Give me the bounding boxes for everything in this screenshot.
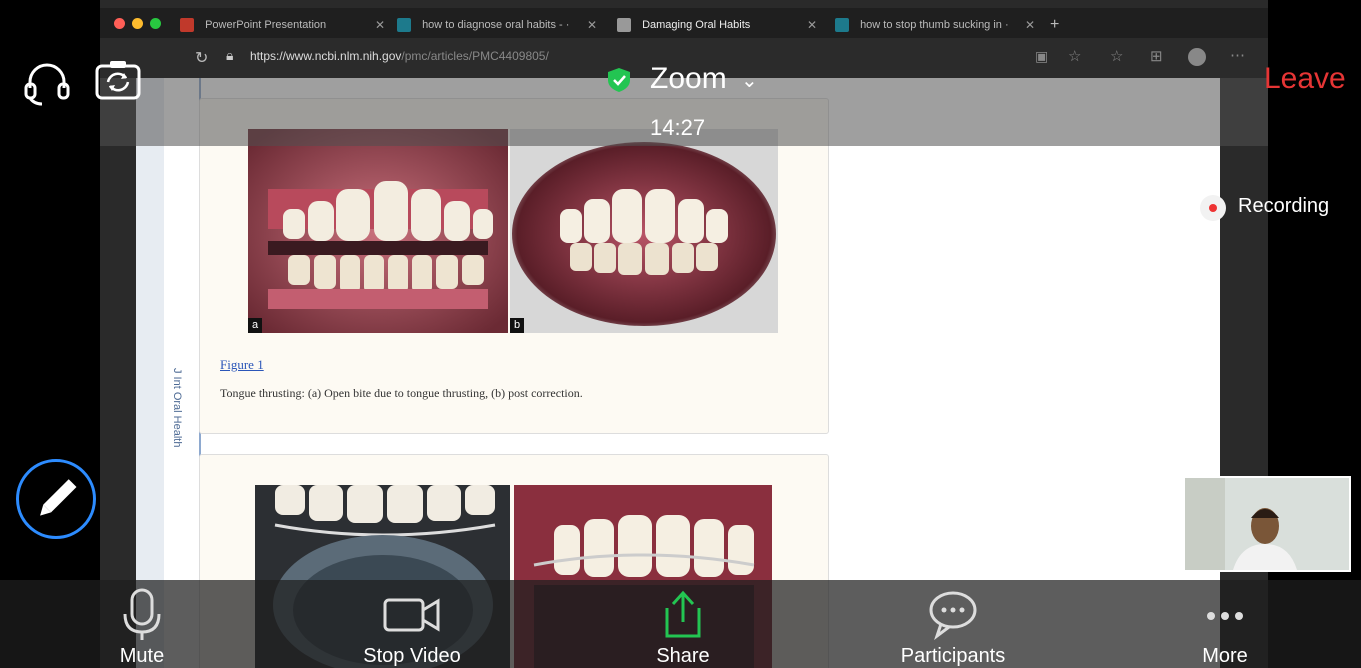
favorites-icon[interactable]: ☆: [1110, 47, 1123, 65]
annotate-button[interactable]: [16, 459, 96, 539]
self-view-video[interactable]: [1183, 476, 1351, 572]
figure-image-b[interactable]: b: [510, 129, 778, 333]
teeth-photo: [248, 129, 508, 333]
figure-link[interactable]: Figure 1: [220, 357, 264, 373]
favorite-icon[interactable]: ☆: [1068, 47, 1081, 65]
profile-icon[interactable]: [1188, 48, 1206, 66]
record-dot-icon: [1200, 195, 1226, 221]
close-tab-icon[interactable]: ✕: [1025, 12, 1035, 38]
mute-button[interactable]: Mute: [110, 588, 174, 668]
chat-bubble-icon: [929, 591, 977, 641]
figure-caption: Tongue thrusting: (a) Open bite due to t…: [220, 386, 583, 400]
chevron-down-icon[interactable]: ⌄: [741, 70, 758, 92]
document-icon: [617, 18, 631, 33]
close-tab-icon[interactable]: ✕: [807, 12, 817, 38]
meeting-title[interactable]: Zoom ⌄: [650, 62, 758, 96]
headset-icon[interactable]: [22, 62, 72, 106]
browser-tab-active[interactable]: Damaging Oral Habits ✕: [617, 12, 817, 38]
share-button[interactable]: Share: [646, 588, 720, 668]
reader-icon[interactable]: ▣: [1035, 48, 1048, 65]
bing-icon: [397, 18, 411, 33]
meeting-timer: 14:27: [650, 115, 706, 140]
figure-card: a b Figure 1 Tongue thrusting: (a) Open …: [199, 98, 829, 434]
teeth-photo: [510, 129, 778, 333]
browser-tab[interactable]: how to diagnose oral habits - · ✕: [397, 12, 597, 38]
more-dots-icon: [1207, 612, 1243, 620]
close-tab-icon[interactable]: ✕: [587, 12, 597, 38]
collections-icon[interactable]: ⊞: [1150, 47, 1163, 65]
stop-video-button[interactable]: Stop Video: [352, 588, 472, 668]
close-tab-icon[interactable]: ✕: [375, 12, 385, 38]
leave-button[interactable]: Leave: [1264, 62, 1346, 96]
reload-icon[interactable]: ↻: [195, 48, 208, 68]
browser-tab[interactable]: how to stop thumb sucking in · ✕: [835, 12, 1035, 38]
browser-tab-bar: PowerPoint Presentation ✕ how to diagnos…: [100, 8, 1268, 38]
figure-image-a[interactable]: a: [248, 129, 508, 333]
journal-label: J Int Oral Health: [171, 368, 183, 448]
video-camera-icon: [383, 598, 440, 632]
close-window-dot[interactable]: [114, 18, 125, 29]
maximize-window-dot[interactable]: [150, 18, 161, 29]
figure-label-a: a: [248, 318, 262, 333]
switch-camera-icon[interactable]: [94, 58, 142, 102]
participant-video: [1185, 478, 1349, 570]
url-field[interactable]: https://www.ncbi.nlm.nih.gov/pmc/article…: [250, 49, 549, 63]
bing-icon: [835, 18, 849, 33]
more-button[interactable]: More: [1195, 588, 1255, 668]
share-screen-icon: [665, 590, 701, 638]
participants-button[interactable]: Participants: [893, 588, 1013, 668]
minimize-window-dot[interactable]: [132, 18, 143, 29]
recording-label: Recording: [1238, 195, 1330, 217]
microphone-icon: [123, 588, 161, 640]
shield-icon[interactable]: [606, 66, 632, 94]
figure-label-b: b: [510, 318, 524, 333]
powerpoint-icon: [180, 18, 194, 33]
pencil-icon: [40, 479, 77, 516]
more-options-icon[interactable]: ⋯: [1230, 46, 1245, 64]
lock-icon: 🔒︎: [226, 47, 234, 63]
new-tab-button[interactable]: +: [1050, 12, 1070, 38]
browser-tab[interactable]: PowerPoint Presentation ✕: [180, 12, 385, 38]
